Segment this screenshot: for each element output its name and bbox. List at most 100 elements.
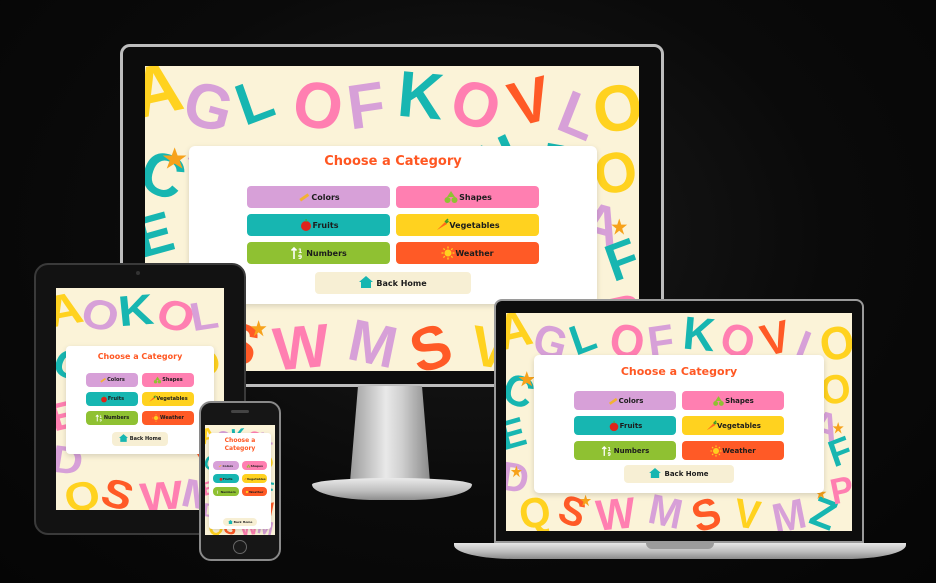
category-label: Weather <box>455 248 494 258</box>
back-home-button[interactable]: Back Home <box>315 272 471 294</box>
home-icon <box>227 519 233 525</box>
svg-text:9: 9 <box>298 254 302 260</box>
category-label: Shapes <box>459 192 492 202</box>
page-title: Choose a <box>224 437 256 444</box>
back-home-button[interactable]: Back Home <box>112 432 168 446</box>
back-home-label: Back Home <box>233 520 253 524</box>
page-title-line2: Category <box>224 445 256 452</box>
sun-icon <box>441 246 455 260</box>
category-label: Colors <box>222 463 234 468</box>
back-home-label: Back Home <box>664 470 709 478</box>
category-button-weather[interactable]: Weather <box>142 411 194 425</box>
category-label: Numbers <box>220 489 236 494</box>
category-label: Shapes <box>725 396 754 405</box>
category-button-numbers[interactable]: 19 Numbers <box>574 441 676 460</box>
category-button-fruits[interactable]: Fruits <box>213 474 239 483</box>
category-label: Colors <box>618 396 644 405</box>
category-button-colors[interactable]: Colors <box>574 391 676 410</box>
category-button-numbers[interactable]: 19 Numbers <box>247 242 390 264</box>
category-label: Weather <box>722 446 756 455</box>
laptop-notch <box>646 543 714 549</box>
category-button-vegetables[interactable]: Vegetables <box>682 416 784 435</box>
carrot-icon <box>705 419 718 432</box>
numbers-icon: 19 <box>601 445 614 457</box>
monitor-stand <box>350 386 430 482</box>
category-label: Numbers <box>103 415 130 421</box>
back-home-label: Back Home <box>376 278 427 288</box>
home-icon <box>118 434 128 444</box>
svg-text:9: 9 <box>99 418 102 422</box>
category-button-shapes[interactable]: Shapes <box>142 373 194 387</box>
phone-home-button <box>233 540 247 554</box>
laptop-screen: Choose a Category Colors Shapes Fruits V… <box>506 313 852 531</box>
phone-screen: Choose a Category Colors Shapes Fruits V… <box>205 425 275 535</box>
category-card: Choose a Category Colors Shapes Fruits V… <box>66 346 214 454</box>
sun-icon <box>152 414 160 422</box>
pencil-icon <box>297 190 311 204</box>
numbers-icon: 19 <box>290 246 306 260</box>
apple-icon <box>608 420 620 432</box>
category-button-shapes[interactable]: Shapes <box>682 391 784 410</box>
category-label: Fruits <box>222 476 233 481</box>
numbers-icon: 19 <box>95 414 104 422</box>
page-title: Choose a Category <box>620 365 738 378</box>
category-grid: Colors Shapes Fruits Vegetables 19 Numbe… <box>574 391 784 460</box>
sun-icon <box>710 444 722 457</box>
category-grid: Colors Shapes Fruits Vegetables 19 Numbe… <box>247 186 539 264</box>
page-title: Choose a Category <box>97 352 183 361</box>
svg-text:9: 9 <box>607 451 611 456</box>
back-home-button[interactable]: Back Home <box>223 518 257 526</box>
category-button-fruits[interactable]: Fruits <box>86 392 138 406</box>
phone-speaker <box>231 410 249 413</box>
home-icon <box>359 276 374 290</box>
category-card: Choose a Category Colors Shapes Fruits V… <box>209 433 271 529</box>
category-label: Numbers <box>306 248 347 258</box>
category-grid: Colors Shapes Fruits Vegetables Numbers … <box>213 461 267 496</box>
category-button-vegetables[interactable]: Vegetables <box>396 214 539 236</box>
apple-icon <box>100 395 108 403</box>
category-button-colors[interactable]: Colors <box>247 186 390 208</box>
category-button-fruits[interactable]: Fruits <box>247 214 390 236</box>
category-button-weather[interactable]: Weather <box>682 441 784 460</box>
category-label: Vegetables <box>449 220 500 230</box>
back-home-button[interactable]: Back Home <box>624 465 734 483</box>
shapes-icon <box>443 190 459 204</box>
category-label: Shapes <box>250 463 263 468</box>
category-button-colors[interactable]: Colors <box>86 373 138 387</box>
category-button-vegetables[interactable]: Vegetables <box>142 392 194 406</box>
category-label: Vegetables <box>156 396 188 402</box>
category-label: Shapes <box>162 377 183 383</box>
category-button-vegetables[interactable]: Vegetables <box>241 474 267 483</box>
category-button-shapes[interactable]: Shapes <box>396 186 539 208</box>
pencil-icon <box>99 376 107 384</box>
category-button-fruits[interactable]: Fruits <box>574 416 676 435</box>
category-button-numbers[interactable]: 19 Numbers <box>86 411 138 425</box>
shapes-icon <box>153 376 162 384</box>
category-button-numbers[interactable]: Numbers <box>213 487 239 496</box>
category-button-shapes[interactable]: Shapes <box>241 461 267 470</box>
category-card: Choose a Category Colors Shapes Fruits V… <box>534 355 824 493</box>
page-title: Choose a Category <box>324 154 462 169</box>
category-label: Numbers <box>613 446 650 455</box>
category-button-weather[interactable]: Weather <box>396 242 539 264</box>
category-button-colors[interactable]: Colors <box>213 461 239 470</box>
carrot-icon <box>148 395 157 403</box>
back-home-label: Back Home <box>129 436 162 442</box>
carrot-icon <box>435 218 450 232</box>
category-card: Choose a Category Colors Shapes Fruits V… <box>189 146 597 304</box>
category-label: Colors <box>107 377 125 383</box>
category-label: Fruits <box>312 220 339 230</box>
category-label: Weather <box>249 489 264 494</box>
pencil-icon <box>607 395 619 407</box>
home-icon <box>649 468 662 480</box>
category-button-weather[interactable]: Weather <box>241 487 267 496</box>
category-label: Fruits <box>619 421 643 430</box>
category-label: Fruits <box>107 396 125 402</box>
category-grid: Colors Shapes Fruits Vegetables 19 Numbe… <box>86 373 194 425</box>
category-label: Weather <box>160 415 184 421</box>
category-label: Colors <box>311 192 340 202</box>
category-label: Vegetables <box>246 476 266 481</box>
apple-icon <box>299 218 313 232</box>
tablet-camera <box>136 271 140 275</box>
category-label: Vegetables <box>717 421 761 430</box>
